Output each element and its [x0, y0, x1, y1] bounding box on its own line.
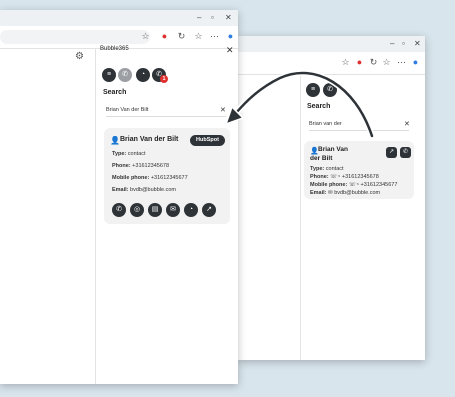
back-search-clear-icon[interactable]: ✕ — [404, 120, 410, 129]
favorites-icon[interactable]: ☆ — [381, 57, 392, 68]
contact-card: 👤 Brian Van der Bilt HubSpot Type: conta… — [104, 128, 230, 224]
back-panel: ≡ ✆ Search Brian van der ✕ 👤 Brian Van d… — [301, 75, 425, 360]
back-search-input[interactable]: Brian van der — [309, 119, 409, 131]
menu-button[interactable]: ≡ — [102, 68, 116, 82]
front-panel: Bubble365 ✕ ≡ ✆ ◔ ✆ 1 Search Brian Van d… — [96, 46, 238, 384]
more-icon[interactable]: ⋯ — [209, 31, 220, 42]
call-action-button[interactable]: ✆ — [112, 203, 126, 217]
mobile-field: Mobile phone: +31612345677 — [112, 175, 188, 181]
mobile-actions-icon[interactable]: ☏◔ — [349, 182, 359, 188]
profile-icon[interactable]: ● — [410, 57, 421, 68]
back-contact-card: 👤 Brian Van der Bilt ↗ ✆ Type: contact P… — [304, 141, 414, 199]
maximize-icon[interactable]: ▫ — [402, 39, 405, 49]
back-email-field: Email: ✉ bvdb@bubble.com — [310, 190, 381, 196]
front-browser-window: – ▫ ✕ ☆ ● ↻ ☆ ⋯ ● ⚙ Bubble365 ✕ ≡ ✆ ◔ ✆ … — [0, 10, 238, 384]
type-field: Type: contact — [112, 151, 146, 157]
email-icon[interactable]: ✉ — [328, 190, 333, 196]
extension-red-icon[interactable]: ● — [354, 57, 365, 68]
back-contact-name-line2: der Bilt — [310, 155, 333, 162]
settings-gear-icon[interactable]: ⚙ — [74, 51, 85, 62]
back-page-content — [238, 75, 301, 360]
email-field: Email: bvdb@bubble.com — [112, 187, 176, 193]
close-icon[interactable]: ✕ — [225, 13, 232, 23]
back-toolbar: ☆ ● ↻ ☆ ⋯ ● — [238, 52, 425, 75]
search-clear-icon[interactable]: ✕ — [220, 106, 226, 115]
phone-field: Phone: +31612345678 — [112, 163, 170, 169]
back-open-external-button[interactable]: ↗ — [386, 147, 397, 158]
back-type-field: Type: contact — [310, 166, 344, 172]
call-button[interactable]: ✆ — [118, 68, 132, 82]
front-title-bar: – ▫ ✕ — [0, 10, 238, 26]
front-page-content: ⚙ — [0, 49, 96, 384]
phone-actions-icon[interactable]: ☏◔ — [330, 174, 340, 180]
open-external-action-button[interactable]: ↗ — [202, 203, 216, 217]
extension-red-icon[interactable]: ● — [159, 31, 170, 42]
search-label: Search — [103, 89, 127, 96]
whatsapp-action-button[interactable]: ◎ — [130, 203, 144, 217]
user-icon: 👤 — [110, 136, 120, 145]
back-browser-window: – ▫ ✕ ☆ ● ↻ ☆ ⋯ ● ≡ ✆ Search Brian van d… — [238, 36, 425, 360]
back-title-bar: – ▫ ✕ — [238, 36, 425, 52]
back-mobile-field: Mobile phone: ☏◔ +31612345677 — [310, 182, 398, 188]
back-call-contact-button[interactable]: ✆ — [400, 147, 411, 158]
panel-close-icon[interactable]: ✕ — [226, 46, 234, 55]
history-action-button[interactable]: ◔ — [184, 203, 198, 217]
profile-icon[interactable]: ● — [225, 31, 236, 42]
more-icon[interactable]: ⋯ — [396, 57, 407, 68]
close-icon[interactable]: ✕ — [414, 39, 421, 49]
back-contact-name-line1: Brian Van — [318, 146, 348, 153]
back-menu-button[interactable]: ≡ — [306, 83, 320, 97]
refresh-icon[interactable]: ↻ — [176, 31, 187, 42]
minimize-icon[interactable]: – — [390, 39, 394, 49]
back-phone-field: Phone: ☏◔ +31612345678 — [310, 174, 379, 180]
history-button[interactable]: ◔ — [136, 68, 150, 82]
back-search-label: Search — [307, 103, 331, 110]
minimize-icon[interactable]: – — [197, 13, 201, 23]
email-action-button[interactable]: ✉ — [166, 203, 180, 217]
maximize-icon[interactable]: ▫ — [211, 13, 214, 23]
address-bar[interactable] — [0, 30, 150, 44]
star-icon[interactable]: ☆ — [340, 57, 351, 68]
search-input[interactable]: Brian Van der Bilt — [106, 105, 226, 117]
back-call-button[interactable]: ✆ — [323, 83, 337, 97]
star-icon[interactable]: ☆ — [140, 31, 151, 42]
panel-title: Bubble365 — [100, 46, 129, 52]
refresh-icon[interactable]: ↻ — [368, 57, 379, 68]
missed-calls-badge: 1 — [160, 75, 168, 83]
favorites-icon[interactable]: ☆ — [193, 31, 204, 42]
contact-name: Brian Van der Bilt — [120, 136, 179, 143]
teams-action-button[interactable]: ▤ — [148, 203, 162, 217]
hubspot-button[interactable]: HubSpot — [190, 135, 225, 146]
